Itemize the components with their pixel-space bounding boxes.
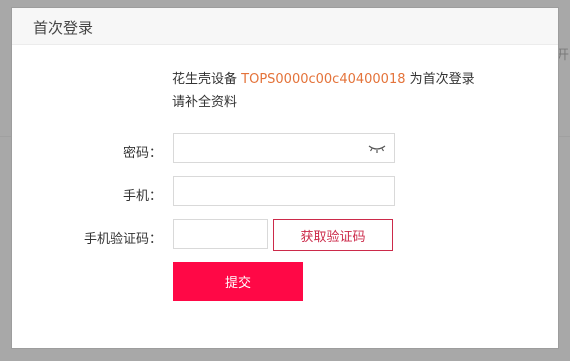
device-info-line: 花生壳设备 TOPS0000c00c40400018 为首次登录 <box>172 68 475 87</box>
device-prefix: 花生壳设备 <box>172 72 242 87</box>
phone-label: 手机： <box>122 189 162 204</box>
first-login-dialog: 首次登录 花生壳设备 TOPS0000c00c40400018 为首次登录 请补… <box>12 8 558 348</box>
phone-input[interactable] <box>173 176 395 206</box>
dialog-title: 首次登录 <box>33 19 94 37</box>
device-id: TOPS0000c00c40400018 <box>241 72 406 87</box>
submit-button[interactable]: 提交 <box>173 262 303 301</box>
dialog-subtitle: 请补全资料 <box>172 95 238 110</box>
code-label: 手机验证码： <box>83 232 162 247</box>
password-label: 密码： <box>122 146 162 161</box>
get-code-button[interactable]: 获取验证码 <box>273 219 393 251</box>
dialog-header <box>12 8 558 45</box>
device-suffix: 为首次登录 <box>405 72 475 87</box>
password-input[interactable] <box>173 133 395 163</box>
verification-code-input[interactable] <box>173 219 268 249</box>
eye-closed-icon[interactable] <box>368 142 386 154</box>
